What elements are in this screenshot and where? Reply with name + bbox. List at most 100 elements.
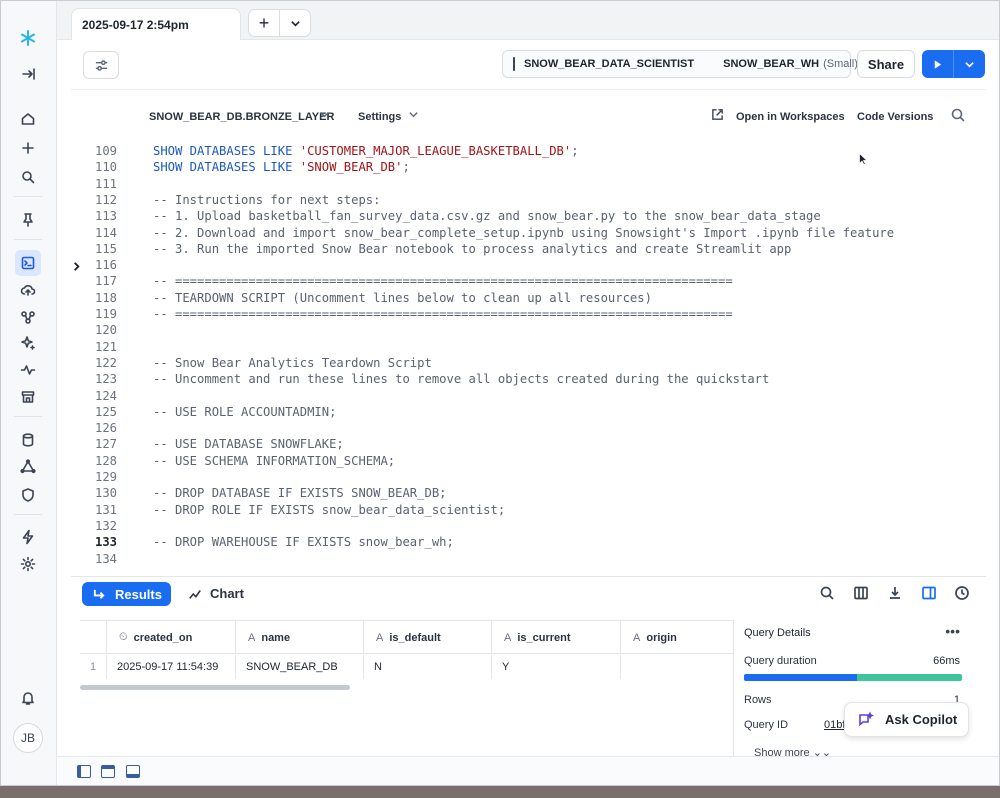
column-header[interactable]: A origin — [621, 621, 733, 654]
toggle-left-panel-icon[interactable] — [77, 765, 91, 778]
network-share-icon[interactable] — [18, 457, 38, 477]
home-icon[interactable] — [18, 109, 38, 129]
settings-gear-icon[interactable] — [18, 554, 38, 574]
pin-icon[interactable] — [18, 210, 38, 230]
search-results-icon[interactable] — [817, 583, 837, 603]
database-context-selector[interactable]: SNOW_BEAR_DB.BRONZE_LAYER — [149, 111, 334, 123]
sql-code-editor[interactable]: 109 SHOW DATABASES LIKE 'CUSTOMER_MAJOR_L… — [71, 142, 983, 572]
plus-icon[interactable] — [18, 138, 38, 158]
collapse-sidebar-icon[interactable] — [18, 64, 38, 84]
ai-sparkle-icon[interactable] — [18, 333, 38, 353]
line-chart-icon — [189, 589, 201, 599]
code-line[interactable]: 128 -- USE SCHEMA INFORMATION_SCHEMA; — [71, 454, 983, 470]
query-id-link[interactable]: 01bf — [824, 719, 845, 731]
share-button[interactable]: Share — [857, 50, 915, 78]
marketplace-icon[interactable] — [18, 387, 38, 407]
more-options-icon[interactable]: ••• — [945, 623, 960, 639]
results-tab[interactable]: Results — [82, 582, 171, 606]
return-arrow-icon — [93, 589, 105, 599]
text-type-icon: A — [504, 631, 512, 644]
search-icon[interactable] — [18, 167, 38, 187]
notifications-bell-icon[interactable] — [18, 688, 38, 708]
code-line[interactable]: 122 -- Snow Bear Analytics Teardown Scrip… — [71, 356, 983, 372]
table-row[interactable]: 1 2025-09-17 11:54:39 SNOW_BEAR_DB N Y — [80, 655, 733, 679]
snowflake-logo-icon[interactable] — [18, 28, 38, 48]
table-cell[interactable] — [621, 655, 733, 679]
code-line[interactable]: 127 -- USE DATABASE SNOWFLAKE; — [71, 437, 983, 453]
code-versions-link[interactable]: Code Versions — [857, 111, 933, 123]
code-line[interactable]: 121 — [71, 340, 983, 356]
query-history-clock-icon[interactable] — [952, 583, 972, 603]
sql-comment: -- USE DATABASE SNOWFLAKE; — [153, 437, 344, 452]
filter-settings-button[interactable] — [83, 51, 119, 79]
chart-tab[interactable]: Chart — [188, 586, 244, 601]
code-line[interactable]: 120 — [71, 323, 983, 339]
sliders-icon — [95, 59, 107, 71]
code-line[interactable]: 133 -- DROP WAREHOUSE IF EXISTS snow_bear… — [71, 535, 983, 551]
code-text: -- DROP DATABASE IF EXISTS SNOW_BEAR_DB; — [153, 486, 447, 500]
toggle-bottom-panel-icon[interactable] — [126, 765, 140, 778]
code-line[interactable]: 125 -- USE ROLE ACCOUNTADMIN; — [71, 405, 983, 421]
duration-bar-compile — [744, 674, 858, 681]
table-cell[interactable]: 2025-09-17 11:54:39 — [107, 655, 236, 679]
lightning-icon[interactable] — [18, 527, 38, 547]
add-tab-button[interactable]: + — [249, 10, 280, 36]
code-line[interactable]: 109 SHOW DATABASES LIKE 'CUSTOMER_MAJOR_L… — [71, 144, 983, 160]
toggle-details-panel-icon[interactable] — [919, 583, 939, 603]
line-number: 133 — [95, 535, 118, 550]
code-line[interactable]: 119 -- ==================================… — [71, 307, 983, 323]
data-graph-icon[interactable] — [18, 307, 38, 327]
run-button[interactable] — [922, 50, 954, 78]
shield-icon[interactable] — [18, 485, 38, 505]
code-line[interactable]: 132 — [71, 519, 983, 535]
column-header[interactable]: A name — [236, 621, 364, 654]
run-options-button[interactable] — [954, 50, 985, 78]
code-line[interactable]: 116 — [71, 258, 983, 274]
code-line[interactable]: 112 -- Instructions for next steps: — [71, 193, 983, 209]
code-line[interactable]: 114 -- 2. Download and import snow_bear_c… — [71, 226, 983, 242]
settings-menu[interactable]: Settings — [358, 111, 401, 123]
table-cell[interactable]: SNOW_BEAR_DB — [236, 655, 364, 679]
code-line[interactable]: 130 -- DROP DATABASE IF EXISTS SNOW_BEAR_… — [71, 486, 983, 502]
code-line[interactable]: 117 -- ==================================… — [71, 274, 983, 290]
code-line[interactable]: 134 — [71, 552, 983, 568]
role-warehouse-selector[interactable]: SNOW_BEAR_DATA_SCIENTIST SNOW_BEAR_WH (S… — [502, 50, 858, 78]
code-text: -- Snow Bear Analytics Teardown Script — [153, 356, 432, 370]
column-header[interactable]: ⏲ created_on — [107, 621, 236, 654]
worksheets-icon[interactable] — [15, 250, 41, 276]
database-icon[interactable] — [18, 430, 38, 450]
horizontal-scrollbar[interactable] — [80, 685, 350, 690]
line-number: 116 — [95, 258, 118, 273]
tab-menu-button[interactable] — [280, 10, 310, 36]
code-line[interactable]: 118 -- TEARDOWN SCRIPT (Uncomment lines b… — [71, 291, 983, 307]
columns-icon[interactable] — [851, 583, 871, 603]
cloud-upload-icon[interactable] — [18, 280, 38, 300]
code-line[interactable]: 131 -- DROP ROLE IF EXISTS snow_bear_data… — [71, 503, 983, 519]
table-cell[interactable]: Y — [492, 655, 621, 679]
code-line[interactable]: 123 -- Uncomment and run these lines to r… — [71, 372, 983, 388]
rail-divider — [14, 239, 42, 240]
code-line[interactable]: 115 -- 3. Run the imported Snow Bear note… — [71, 242, 983, 258]
warehouse-size: (Small) — [823, 58, 858, 70]
toggle-top-panel-icon[interactable] — [101, 765, 115, 778]
open-in-workspaces-link[interactable]: Open in Workspaces — [736, 111, 845, 123]
table-cell[interactable]: N — [364, 655, 492, 679]
ask-copilot-button[interactable]: Ask Copilot — [844, 702, 969, 737]
code-line[interactable]: 129 — [71, 470, 983, 486]
activity-icon[interactable] — [18, 360, 38, 380]
external-link-icon[interactable] — [711, 108, 724, 124]
worksheet-tab[interactable]: 2025-09-17 2:54pm — [71, 8, 241, 40]
code-line[interactable]: 111 — [71, 177, 983, 193]
download-icon[interactable] — [885, 583, 905, 603]
user-avatar[interactable]: JB — [13, 723, 43, 753]
code-line[interactable]: 110 SHOW DATABASES LIKE 'SNOW_BEAR_DB'; — [71, 160, 983, 176]
column-header[interactable]: A is_default — [364, 621, 492, 654]
search-code-icon[interactable] — [950, 107, 966, 123]
row-index-header — [80, 621, 107, 654]
line-number: 123 — [95, 372, 118, 387]
code-line[interactable]: 113 -- 1. Upload basketball_fan_survey_da… — [71, 209, 983, 225]
mouse-cursor-icon — [859, 153, 867, 165]
column-header[interactable]: A is_current — [492, 621, 621, 654]
code-line[interactable]: 126 — [71, 421, 983, 437]
code-line[interactable]: 124 — [71, 389, 983, 405]
